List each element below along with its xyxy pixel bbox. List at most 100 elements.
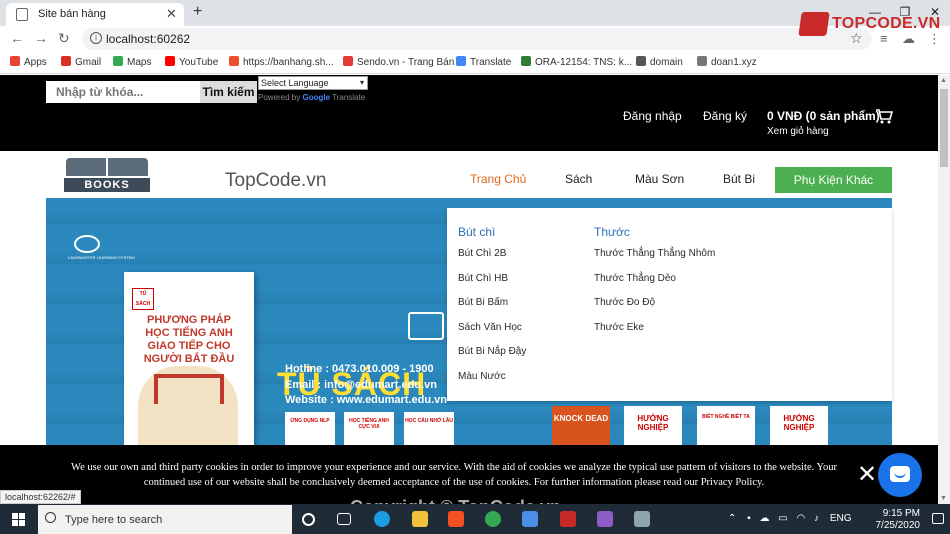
book-title: PHƯƠNG PHÁP HỌC TIẾNG ANH GIAO TIẾP CHO … (143, 314, 235, 365)
banner-website: Website : www.edumart.edu.vn (285, 394, 447, 406)
mail-icon[interactable] (522, 511, 538, 527)
slider-next-chevron-icon[interactable]: ❯ (918, 325, 938, 356)
banner-hotline: Hotline : 0473.010.009 - 1900 (285, 363, 434, 375)
tray-app-icon[interactable]: ▪ (747, 513, 751, 524)
store-icon[interactable] (448, 511, 464, 527)
scrollbar-thumb[interactable] (940, 89, 948, 167)
watermark-text: TopCode.vn (225, 170, 327, 191)
bookmark-favicon-icon (229, 56, 239, 66)
web-page: Tìm kiếm Select Language ▾ Powered by Go… (0, 75, 938, 504)
bookmark-item[interactable]: domain (636, 56, 683, 68)
task-view-icon[interactable] (337, 513, 351, 525)
chat-button[interactable] (878, 453, 922, 497)
mega-menu-item[interactable]: Bút Bi Bấm (458, 297, 508, 308)
mega-menu-item[interactable]: Màu Nước (458, 371, 506, 382)
google-text: Google (302, 93, 331, 102)
powered-by-google: Powered by Google Translate (258, 93, 365, 102)
search-input[interactable] (46, 81, 200, 103)
reload-icon[interactable]: ↻ (58, 30, 70, 47)
file-explorer-icon[interactable] (412, 511, 428, 527)
mega-menu-heading[interactable]: Thước (594, 225, 630, 239)
cookie-close-icon[interactable]: ✕ (857, 460, 877, 489)
bookmark-label: doan1.xyz (711, 57, 757, 68)
visual-studio-icon[interactable] (597, 511, 613, 527)
app-icon[interactable] (560, 511, 576, 527)
tray-language[interactable]: ENG (830, 513, 852, 524)
nav-pens[interactable]: Bút Bi (723, 172, 755, 186)
login-link[interactable]: Đăng nhập (623, 109, 682, 123)
slider-prev-chevron-icon[interactable]: ❮ (2, 325, 24, 356)
taskbar-search-box[interactable]: Type here to search (38, 505, 292, 534)
mega-menu-item[interactable]: Bút Chì 2B (458, 248, 506, 259)
page-scrollbar[interactable]: ▲ ▼ (938, 75, 950, 504)
search-button[interactable]: Tìm kiếm (200, 81, 257, 103)
new-tab-button[interactable]: + (193, 3, 202, 21)
topcode-logo-text: TOPCODE.VN (832, 15, 941, 32)
bookmark-label: https://banhang.sh... (243, 57, 334, 68)
view-cart-link[interactable]: Xem giỏ hàng (767, 126, 829, 137)
language-select[interactable]: Select Language ▾ (258, 76, 368, 90)
paint-icon[interactable] (634, 511, 650, 527)
scroll-up-icon[interactable]: ▲ (940, 77, 947, 84)
taskbar-clock[interactable]: 9:15 PM 7/25/2020 (866, 508, 921, 532)
bookmarks-bar: Apps Gmail Maps YouTube https://banhang.sh..… (0, 51, 950, 74)
bookmark-item[interactable]: Sendo.vn - Trang Bán (343, 56, 454, 68)
books-logo[interactable]: BOOKS (64, 158, 152, 194)
nav-home[interactable]: Trang Chủ (470, 172, 526, 186)
language-select-value: Select Language (261, 78, 329, 88)
bookmark-label: Gmail (75, 57, 102, 68)
bookmark-favicon-icon (61, 56, 71, 66)
bookmark-item[interactable]: doan1.xyz (697, 56, 757, 68)
cortana-icon[interactable] (302, 513, 315, 526)
mega-menu-item[interactable]: Bút Chì HB (458, 273, 508, 284)
mega-menu-item[interactable]: Thước Thẳng Dẻo (594, 273, 676, 284)
tab-close-icon[interactable]: ✕ (166, 6, 177, 22)
clock-time: 9:15 PM (882, 508, 920, 519)
cart-total[interactable]: 0 VNĐ (0 sản phẩm) (767, 109, 880, 123)
back-arrow-icon[interactable]: ← (10, 30, 24, 46)
bookmark-item[interactable]: Translate (456, 56, 511, 68)
logo-label: BOOKS (64, 178, 150, 192)
bookmark-favicon-icon (456, 56, 466, 66)
tray-chevron-icon[interactable]: ⌃ (728, 513, 736, 524)
bridge-illustration (154, 374, 224, 404)
address-bar[interactable]: i localhost:60262 (82, 28, 872, 50)
tray-volume-icon[interactable]: ♪ (814, 513, 819, 524)
bookmark-label: ORA-12154: TNS: k... (535, 57, 633, 68)
mega-menu-item[interactable]: Thước Đo Độ (594, 297, 655, 308)
register-link[interactable]: Đăng ký (703, 109, 747, 123)
bookmark-item[interactable]: Maps (113, 56, 151, 68)
tray-battery-icon[interactable]: ▭ (778, 513, 787, 524)
windows-taskbar: Type here to search ⌃ ▪ ☁ ▭ ◠ ♪ ENG 9:15… (0, 504, 950, 534)
search-icon (45, 512, 56, 523)
mega-menu-item[interactable]: Thước Eke (594, 322, 644, 333)
bookmark-item[interactable]: Gmail (61, 56, 101, 68)
info-icon[interactable]: i (90, 32, 102, 44)
shopping-cart-icon[interactable] (875, 108, 893, 124)
notifications-icon[interactable] (932, 513, 944, 524)
bookmark-item[interactable]: ORA-12154: TNS: k... (521, 56, 632, 68)
mega-menu-heading[interactable]: Bút chì (458, 225, 495, 239)
nav-accessories-button[interactable]: Phụ Kiện Khác (775, 167, 892, 193)
bookmark-label: YouTube (179, 57, 219, 68)
edge-browser-icon[interactable] (374, 511, 390, 527)
tray-cloud-icon[interactable]: ☁ (760, 513, 770, 524)
bookmark-item[interactable]: YouTube (165, 56, 218, 68)
taskbar-search-text: Type here to search (65, 514, 163, 526)
tray-wifi-icon[interactable]: ◠ (797, 513, 806, 524)
forward-arrow-icon[interactable]: → (34, 30, 48, 46)
bookmark-label: Maps (127, 57, 152, 68)
bookmark-favicon-icon (636, 56, 646, 66)
nav-paint[interactable]: Màu Sơn (635, 172, 684, 186)
bookmark-item[interactable]: https://banhang.sh... (229, 56, 334, 68)
nav-books[interactable]: Sách (565, 172, 592, 186)
chrome-icon[interactable] (485, 511, 501, 527)
browser-tab[interactable]: Site bán hàng ✕ (6, 3, 184, 26)
mega-menu-item[interactable]: Thước Thẳng Thẳng Nhôm (594, 248, 715, 259)
mega-menu-item[interactable]: Sách Văn Học (458, 322, 522, 333)
mega-menu-item[interactable]: Bút Bi Nắp Đậy (458, 346, 526, 357)
translate-link[interactable]: Translate (332, 93, 365, 102)
windows-start-icon[interactable] (12, 513, 25, 526)
bookmark-item[interactable]: Apps (10, 56, 47, 68)
scroll-down-icon[interactable]: ▼ (940, 495, 947, 502)
